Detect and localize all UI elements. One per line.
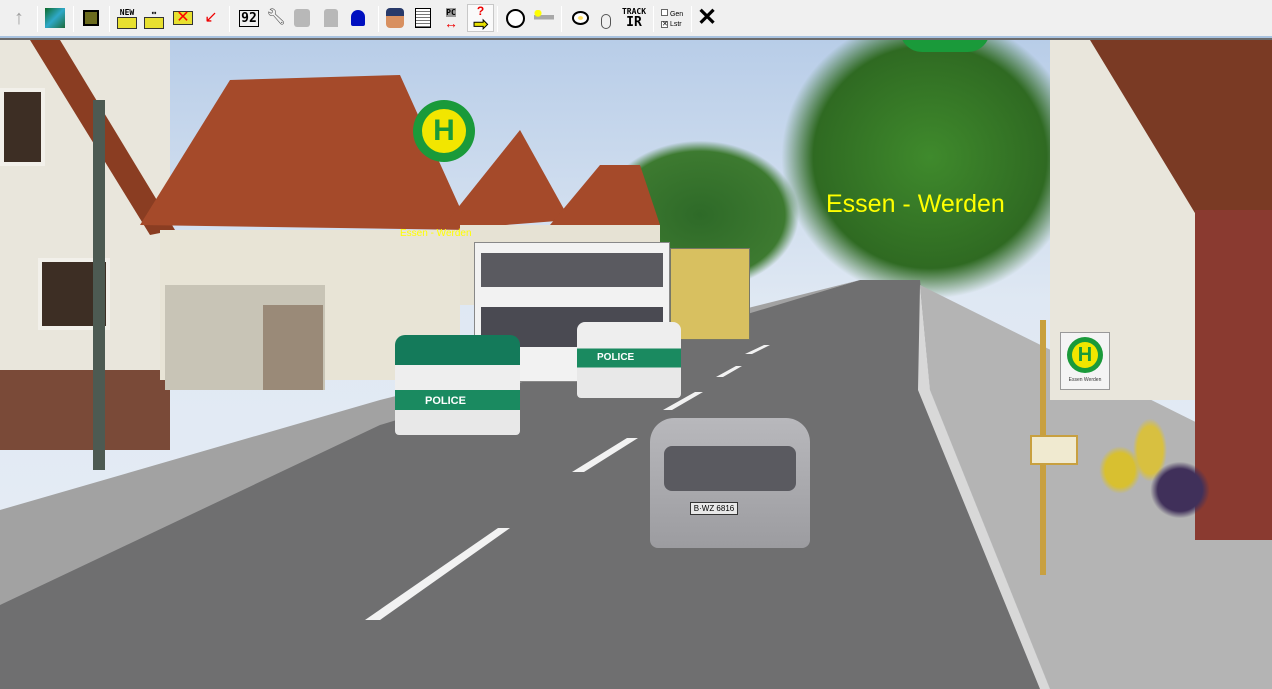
- new-bus-button[interactable]: NEW: [115, 6, 139, 30]
- police-van: POLICE: [577, 322, 681, 398]
- close-button[interactable]: ✕: [695, 6, 719, 30]
- time-button[interactable]: [503, 6, 527, 30]
- checkbox-unchecked: [661, 9, 668, 16]
- new-label: NEW: [119, 7, 135, 17]
- checkbox-label: Gen: [669, 11, 684, 18]
- driver-button[interactable]: [383, 6, 407, 30]
- bell-button[interactable]: [346, 6, 370, 30]
- separator: [229, 6, 230, 32]
- new-bus-icon: [117, 16, 137, 29]
- bus-upper-windows: [481, 253, 663, 287]
- separator: [653, 6, 654, 32]
- help-arrow-icon: ➡: [472, 13, 489, 34]
- wrench-icon: 🔧︎: [265, 9, 287, 26]
- police-label: POLICE: [425, 395, 466, 407]
- player-car: B·WZ 6816: [650, 418, 810, 548]
- fuel-button[interactable]: [319, 6, 343, 30]
- rear-window: [664, 446, 796, 491]
- bell-icon: [351, 10, 365, 26]
- map-icon: [45, 8, 65, 28]
- pc-driver-swap-icon: ↔: [444, 14, 458, 31]
- delete-bus-icon: ✕: [173, 10, 193, 26]
- h-glyph: H: [422, 109, 466, 153]
- clock-icon: [505, 8, 525, 28]
- timetable-button[interactable]: 92: [237, 6, 261, 30]
- separator: [109, 6, 110, 32]
- stop-name-plate: Essen Werden: [1068, 377, 1102, 383]
- repair-button[interactable]: 🔧︎: [264, 6, 288, 30]
- weather-button[interactable]: [532, 6, 556, 30]
- driver-icon: [386, 8, 404, 28]
- trackir-ir-label: IR: [626, 15, 642, 30]
- timetable-board: [1030, 435, 1078, 465]
- floppy-disk-icon: [83, 10, 99, 26]
- separator: [378, 6, 379, 32]
- ticket-printer-icon: [294, 9, 310, 27]
- option-checkboxes: Gen ✕ Lstr: [661, 9, 683, 30]
- police-label: POLICE: [597, 352, 635, 363]
- swap-arrows: ↔: [151, 7, 157, 17]
- save-button[interactable]: [79, 6, 103, 30]
- license-plate: B·WZ 6816: [690, 502, 738, 515]
- ticket-button[interactable]: [290, 6, 314, 30]
- checkbox-gen[interactable]: Gen: [661, 9, 683, 20]
- double-decker-bus-yellow: [670, 248, 750, 340]
- mouse-icon: [601, 13, 611, 29]
- garage-door: [263, 305, 323, 390]
- bus-stop-sign: H Essen Werden: [1060, 332, 1110, 390]
- checkbox-label: Lstr: [669, 21, 682, 28]
- separator: [691, 6, 692, 32]
- checkbox-checked: ✕: [661, 21, 668, 28]
- police-van: POLICE: [395, 335, 520, 435]
- list-button[interactable]: [411, 6, 435, 30]
- change-bus-button[interactable]: ↔: [142, 6, 166, 30]
- street-lamp: [93, 100, 105, 470]
- weather-icon: [534, 10, 554, 26]
- h-glyph: H: [1072, 342, 1098, 368]
- timetable-icon: 92: [239, 9, 259, 27]
- up-arrow-icon: ↑: [14, 7, 24, 29]
- mouse-button[interactable]: [594, 6, 618, 30]
- close-icon: ✕: [696, 4, 718, 31]
- steering-button[interactable]: [568, 6, 592, 30]
- stop-label-near: Essen - Werden: [826, 190, 1005, 218]
- separator: [37, 6, 38, 32]
- separator: [73, 6, 74, 32]
- separator: [497, 6, 498, 32]
- fuel-pump-icon: [324, 9, 338, 27]
- trackir-button[interactable]: TRACK IR: [620, 6, 648, 30]
- steering-wheel-icon: [571, 11, 589, 25]
- separator: [561, 6, 562, 32]
- place-pin-icon: ↙: [204, 9, 218, 26]
- help-button[interactable]: ? ➡: [467, 4, 494, 34]
- toolbar: ↑ NEW ↔ ✕ ↙ 92 🔧︎ PC ↔ ? ➡ TRACK IR Gen ✕ L…: [0, 0, 1272, 38]
- stop-label-far: Essen - Werden: [400, 228, 472, 239]
- delete-bus-button[interactable]: ✕: [171, 6, 195, 30]
- pc-driver-button[interactable]: PC ↔: [439, 6, 463, 30]
- up-button[interactable]: ↑: [7, 6, 31, 30]
- bus-stop-sign-floating: H: [413, 100, 475, 162]
- list-icon: [415, 8, 431, 28]
- checkbox-lstr[interactable]: ✕ Lstr: [661, 20, 683, 30]
- stop-sign-disc: H: [1067, 337, 1103, 373]
- change-bus-icon: [144, 16, 164, 29]
- passengers-waiting: [1075, 390, 1225, 590]
- map-button[interactable]: [43, 6, 67, 30]
- game-viewport[interactable]: POLICE POLICE B·WZ 6816 H H Essen Werden…: [0, 40, 1272, 689]
- place-button[interactable]: ↙: [199, 6, 223, 30]
